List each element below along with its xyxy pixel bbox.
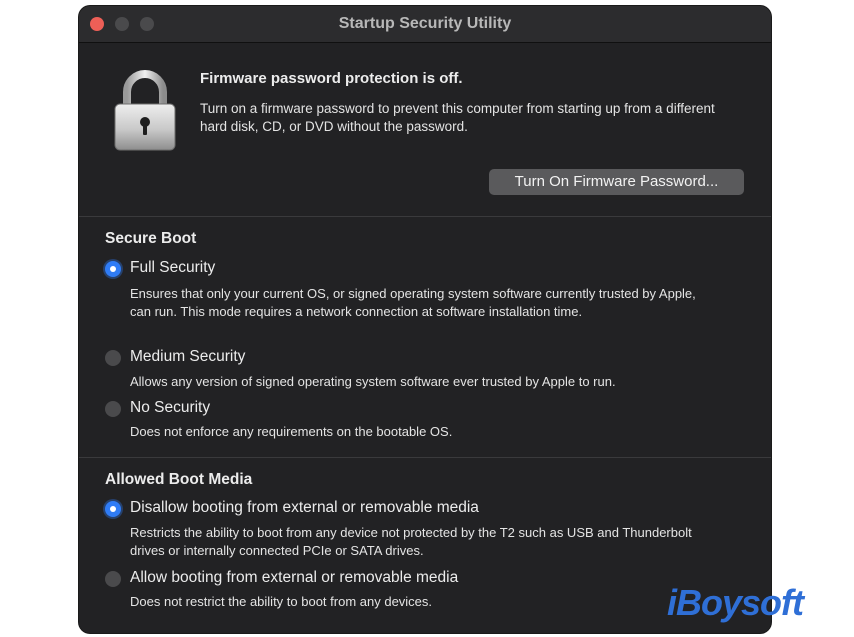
title-bar: Startup Security Utility xyxy=(79,6,771,43)
full-security-label[interactable]: Full Security xyxy=(130,259,215,277)
startup-security-window: Startup Security Utility Firmware passwo… xyxy=(79,6,771,633)
allow-external-boot-radio[interactable] xyxy=(105,571,121,587)
window-title: Startup Security Utility xyxy=(338,15,512,32)
padlock-icon xyxy=(114,70,176,151)
turn-on-firmware-password-button[interactable]: Turn On Firmware Password... xyxy=(489,169,744,195)
medium-security-description: Allows any version of signed operating s… xyxy=(130,374,616,389)
medium-security-label[interactable]: Medium Security xyxy=(130,348,245,366)
no-security-description: Does not enforce any requirements on the… xyxy=(130,424,453,439)
no-security-radio[interactable] xyxy=(105,401,121,417)
disallow-external-boot-radio[interactable] xyxy=(105,501,121,517)
firmware-status-heading: Firmware password protection is off. xyxy=(200,70,463,87)
secure-boot-title: Secure Boot xyxy=(105,230,197,247)
section-divider xyxy=(79,216,771,217)
section-divider xyxy=(79,457,771,458)
disallow-external-boot-description: Restricts the ability to boot from any d… xyxy=(130,525,692,558)
allow-external-boot-description: Does not restrict the ability to boot fr… xyxy=(130,594,433,609)
allowed-boot-media-title: Allowed Boot Media xyxy=(105,471,253,488)
allow-external-boot-label[interactable]: Allow booting from external or removable… xyxy=(130,569,458,587)
full-security-radio[interactable] xyxy=(105,261,121,277)
iboysoft-watermark: iBoysoft xyxy=(667,582,804,623)
firmware-description: Turn on a firmware password to prevent t… xyxy=(200,101,715,134)
disallow-external-boot-label[interactable]: Disallow booting from external or remova… xyxy=(130,499,479,517)
medium-security-radio[interactable] xyxy=(105,350,121,366)
no-security-label[interactable]: No Security xyxy=(130,399,210,417)
full-security-description: Ensures that only your current OS, or si… xyxy=(130,286,696,319)
